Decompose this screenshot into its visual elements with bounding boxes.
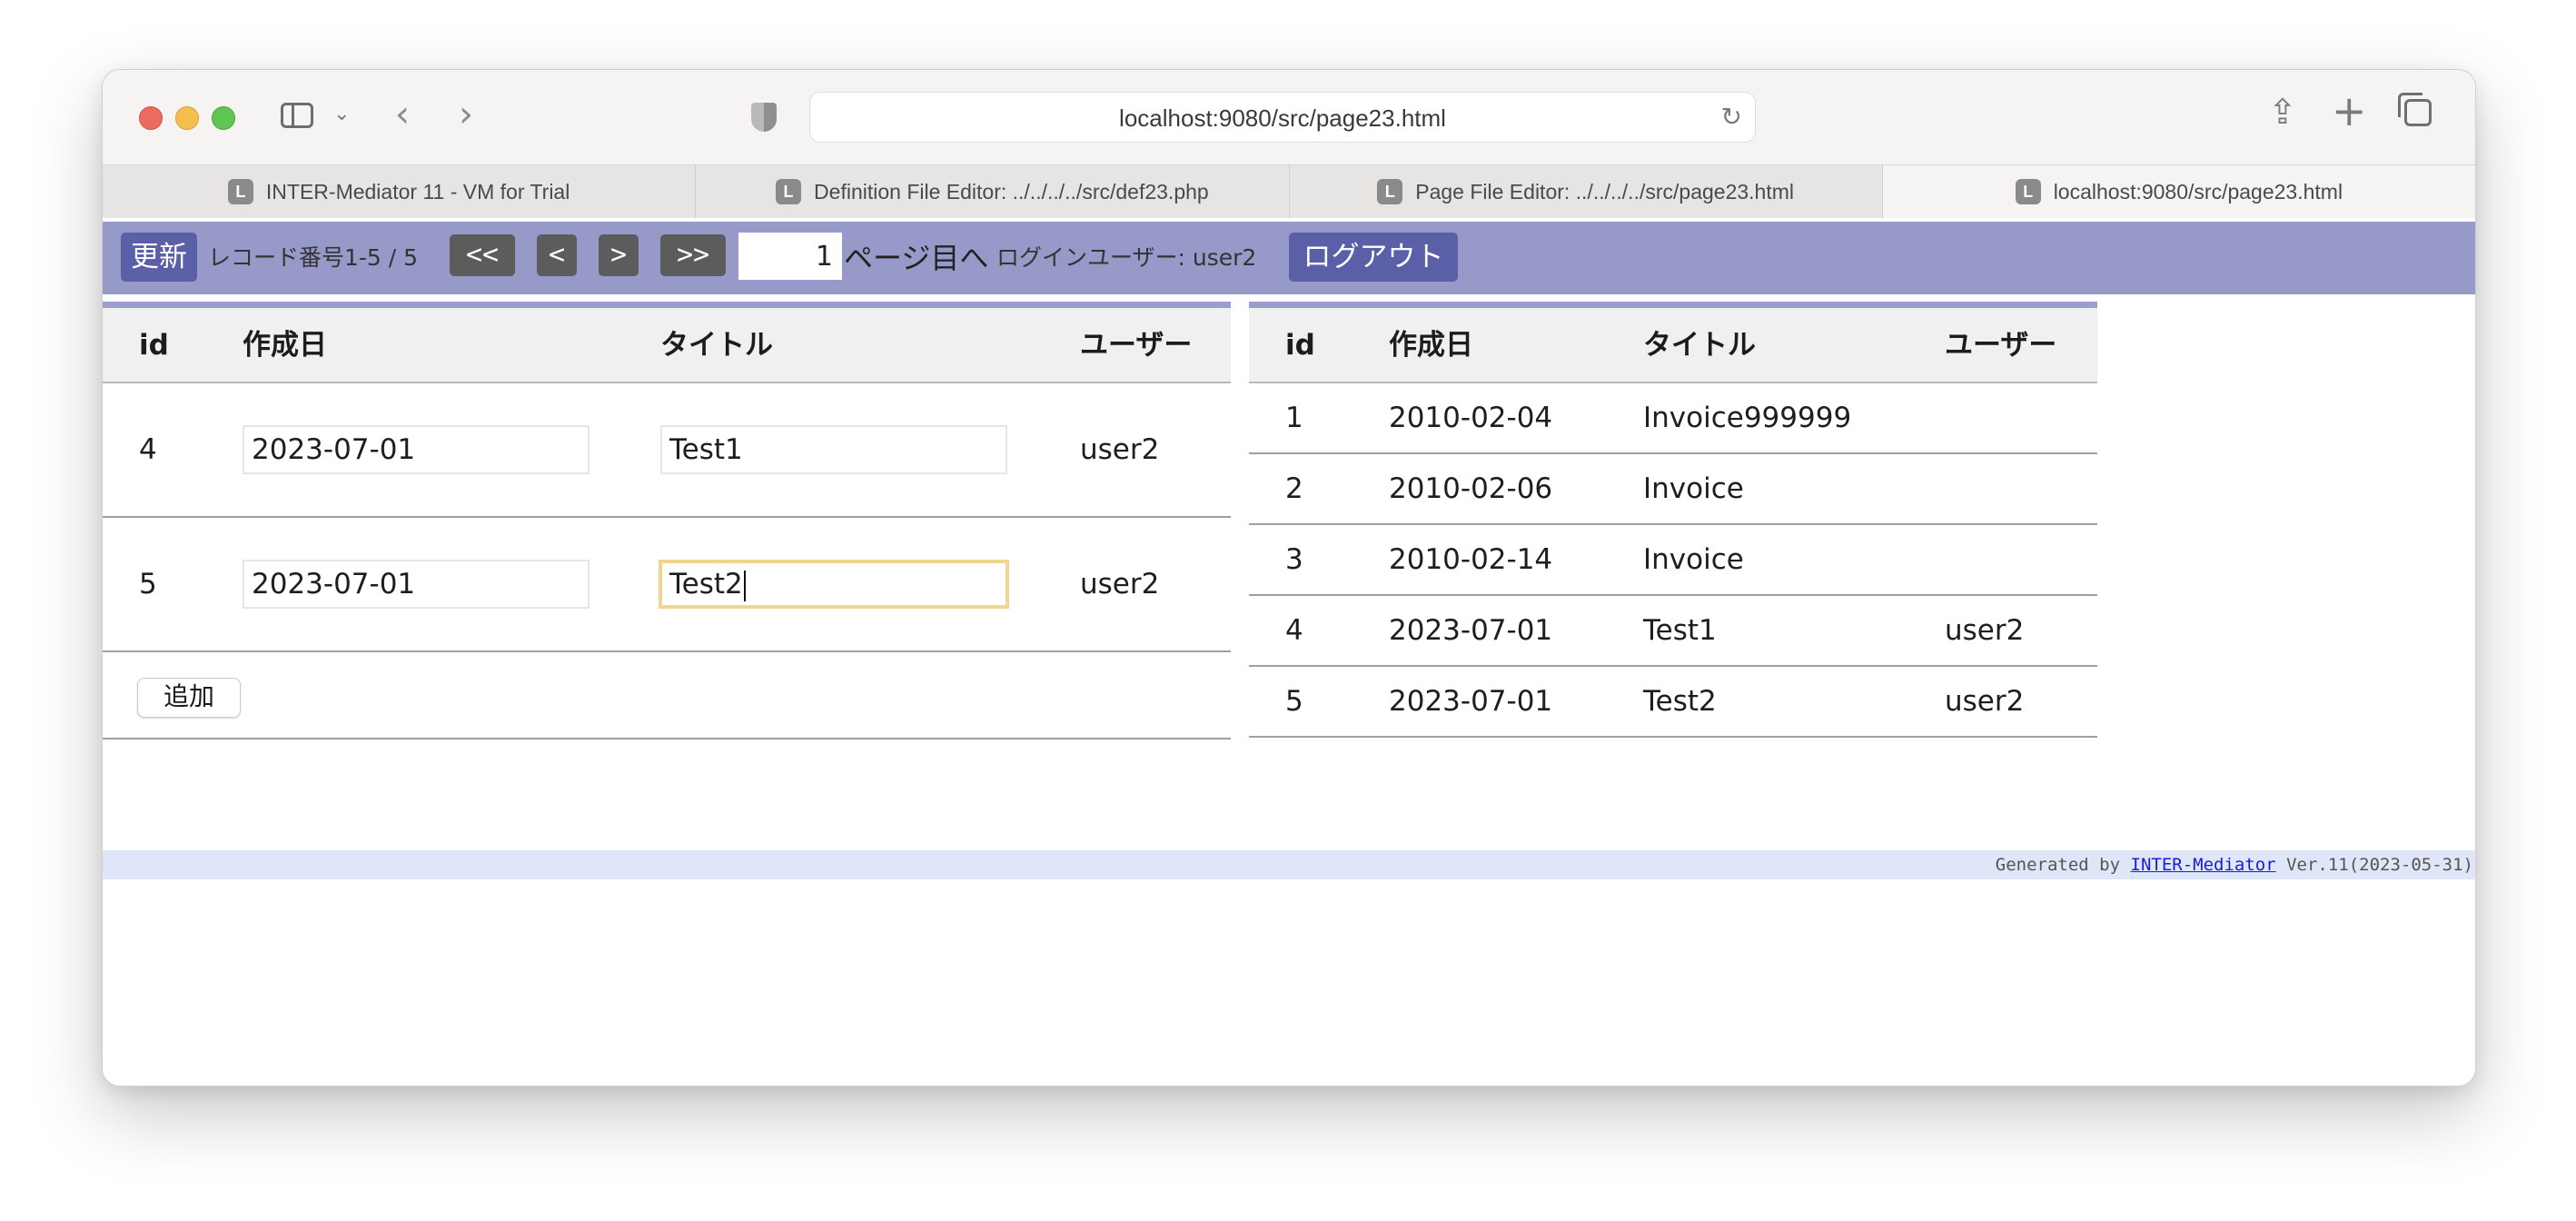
cell-title: Test2 xyxy=(1643,685,1717,718)
cell-title: Invoice xyxy=(1643,472,1744,505)
cell-title: Invoice xyxy=(1643,543,1744,576)
tab-strip: L INTER-Mediator 11 - VM for Trial L Def… xyxy=(103,164,2475,219)
cell-created-date: 2010-02-14 xyxy=(1389,543,1553,576)
text-caret xyxy=(743,570,746,601)
header-created-date: 作成日 xyxy=(243,329,327,362)
cell-user: user2 xyxy=(1945,685,2025,718)
cell-title: Invoice999999 xyxy=(1643,402,1852,434)
date-input[interactable]: 2023-07-01 xyxy=(243,560,590,609)
new-tab-icon[interactable]: + xyxy=(2332,86,2367,135)
cell-id: 5 xyxy=(1285,685,1303,718)
browser-window: ⌄ ‹ › localhost:9080/src/page23.html ↻ ⇪… xyxy=(102,69,2476,1087)
page-content: 更新 レコード番号1-5 / 5 << < > >> ページ目へ ログインユーザ… xyxy=(103,218,2475,1086)
tab-page-editor[interactable]: L Page File Editor: ../../../../src/page… xyxy=(1290,165,1883,218)
footer-prefix: Generated by xyxy=(1995,855,2131,875)
tab-label: Page File Editor: ../../../../src/page23… xyxy=(1415,179,1794,204)
title-input[interactable]: Test1 xyxy=(660,425,1007,474)
next-page-button[interactable]: > xyxy=(599,234,639,276)
record-info: レコード番号1-5 / 5 xyxy=(208,244,419,271)
footer-text: Generated by INTER-Mediator Ver.11(2023-… xyxy=(1996,850,2473,879)
cell-id: 4 xyxy=(1285,614,1303,647)
date-input[interactable]: 2023-07-01 xyxy=(243,425,590,474)
cell-created-date: 2010-02-06 xyxy=(1389,472,1553,505)
address-url: localhost:9080/src/page23.html xyxy=(1119,104,1446,132)
prev-page-button[interactable]: < xyxy=(537,234,577,276)
tab-label: Definition File Editor: ../../../../src/… xyxy=(814,179,1209,204)
browser-toolbar: ⌄ ‹ › localhost:9080/src/page23.html ↻ ⇪… xyxy=(103,70,2475,164)
title-input-value: Test2 xyxy=(669,568,743,601)
table-header: id 作成日 タイトル ユーザー xyxy=(103,302,1231,383)
table-row: 2 2010-02-06 Invoice xyxy=(1249,454,2097,525)
cell-id: 5 xyxy=(139,568,157,601)
logout-button[interactable]: ログアウト xyxy=(1289,233,1458,282)
page-suffix-link[interactable]: ページ目へ xyxy=(844,222,988,294)
record-navigation-bar: 更新 レコード番号1-5 / 5 << < > >> ページ目へ ログインユーザ… xyxy=(103,222,2475,294)
header-title: タイトル xyxy=(1643,329,1756,362)
first-page-button[interactable]: << xyxy=(450,234,515,276)
tab-overview-icon[interactable] xyxy=(2398,93,2432,126)
cell-id: 2 xyxy=(1285,472,1303,505)
records-table: id 作成日 タイトル ユーザー 1 2010-02-04 Invoice999… xyxy=(1249,302,2097,738)
tab-intermediator[interactable]: L INTER-Mediator 11 - VM for Trial xyxy=(103,165,697,218)
footer-version: Ver.11(2023-05-31) xyxy=(2275,855,2473,875)
cell-id: 3 xyxy=(1285,543,1303,576)
header-user: ユーザー xyxy=(1945,329,2057,362)
generated-by-footer: Generated by INTER-Mediator Ver.11(2023-… xyxy=(103,850,2475,879)
editable-table: id 作成日 タイトル ユーザー 4 2023-07-01 Test1 user… xyxy=(103,302,1231,740)
table-row: 4 2023-07-01 Test1 user2 xyxy=(1249,596,2097,667)
favicon-icon: L xyxy=(2015,179,2041,204)
login-user-text: ログインユーザー: user2 xyxy=(996,244,1257,271)
cell-user: user2 xyxy=(1945,614,2025,647)
favicon-icon: L xyxy=(776,179,802,204)
cell-id: 1 xyxy=(1285,402,1303,434)
favicon-icon: L xyxy=(1377,179,1403,204)
table-row: 4 2023-07-01 Test1 user2 xyxy=(103,383,1231,518)
table-row: 5 2023-07-01 Test2 user2 xyxy=(1249,667,2097,738)
sidebar-toggle-icon[interactable] xyxy=(281,103,313,128)
cell-title: Test1 xyxy=(1643,614,1717,647)
table-row: 5 2023-07-01 Test2 user2 xyxy=(103,518,1231,652)
minimize-window-button[interactable] xyxy=(175,106,199,130)
cell-created-date: 2010-02-04 xyxy=(1389,402,1553,434)
forward-icon[interactable]: › xyxy=(459,94,473,135)
favicon-icon: L xyxy=(227,179,253,204)
tab-label: localhost:9080/src/page23.html xyxy=(2053,179,2343,204)
refresh-button[interactable]: 更新 xyxy=(121,233,197,282)
cell-user: user2 xyxy=(1080,433,1160,466)
share-icon[interactable]: ⇪ xyxy=(2268,92,2297,132)
cell-created-date: 2023-07-01 xyxy=(1389,685,1553,718)
back-icon[interactable]: ‹ xyxy=(395,94,410,135)
page-number-input[interactable] xyxy=(738,233,842,280)
reload-icon[interactable]: ↻ xyxy=(1721,102,1742,132)
tab-label: INTER-Mediator 11 - VM for Trial xyxy=(265,179,570,204)
table-row: 3 2010-02-14 Invoice xyxy=(1249,525,2097,596)
cell-id: 4 xyxy=(139,433,157,466)
cell-created-date: 2023-07-01 xyxy=(1389,614,1553,647)
add-record-button[interactable]: 追加 xyxy=(137,678,241,718)
inter-mediator-link[interactable]: INTER-Mediator xyxy=(2131,855,2276,875)
maximize-window-button[interactable] xyxy=(212,106,235,130)
header-id: id xyxy=(1285,329,1315,362)
tab-definition-editor[interactable]: L Definition File Editor: ../../../../sr… xyxy=(696,165,1290,218)
header-user: ユーザー xyxy=(1080,329,1193,362)
header-title: タイトル xyxy=(660,329,773,362)
header-id: id xyxy=(139,329,169,362)
close-window-button[interactable] xyxy=(139,106,163,130)
header-created-date: 作成日 xyxy=(1389,329,1473,362)
chevron-down-icon[interactable]: ⌄ xyxy=(333,103,350,125)
table-header: id 作成日 タイトル ユーザー xyxy=(1249,302,2097,383)
address-bar[interactable]: localhost:9080/src/page23.html ↻ xyxy=(809,92,1756,143)
tab-page23[interactable]: L localhost:9080/src/page23.html xyxy=(1882,165,2475,218)
add-row: 追加 xyxy=(103,652,1231,740)
table-row: 1 2010-02-04 Invoice999999 xyxy=(1249,383,2097,454)
title-input-focused[interactable]: Test2 xyxy=(659,560,1009,609)
cell-user: user2 xyxy=(1080,568,1160,601)
last-page-button[interactable]: >> xyxy=(660,234,726,276)
privacy-shield-icon[interactable] xyxy=(751,103,777,132)
